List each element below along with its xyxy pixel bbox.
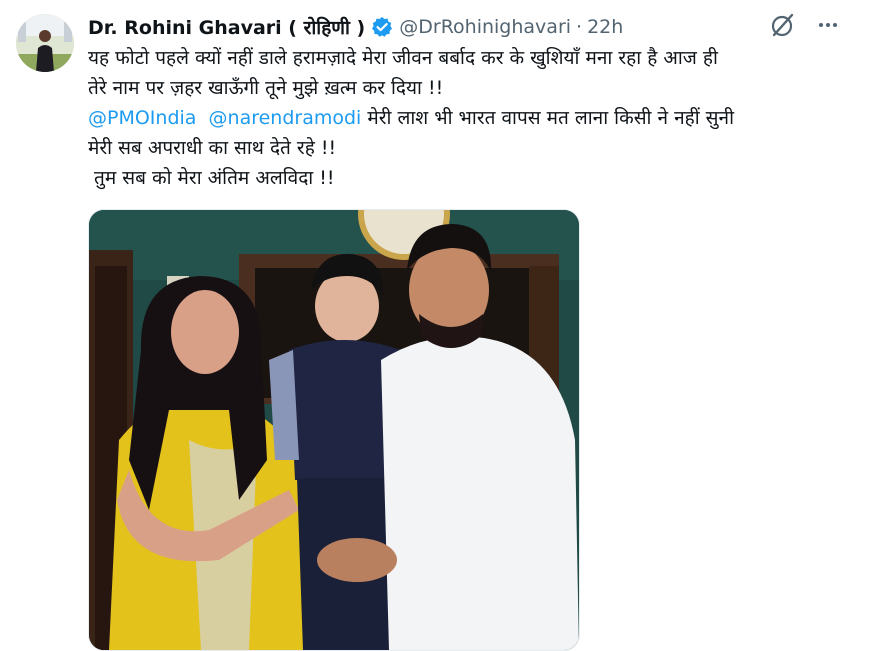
author-name[interactable]: Dr. Rohini Ghavari ( रोहिणी ) — [88, 14, 365, 40]
author-handle[interactable]: @DrRohinighavari — [399, 16, 571, 38]
tweet-line: तुम सब को मेरा अंतिम अलविदा !! — [88, 167, 335, 189]
more-options-icon[interactable] — [816, 13, 840, 37]
tweet-text: यह फोटो पहले क्यों नहीं डाले हरामज़ादे म… — [88, 43, 848, 193]
mention-pmoindia[interactable]: @PMOIndia — [88, 107, 196, 129]
tweet-line-text: मेरी लाश भी भारत वापस मत लाना किसी ने नह… — [361, 107, 734, 129]
tweet-header: Dr. Rohini Ghavari ( रोहिणी ) @DrRohinig… — [88, 12, 870, 42]
tweet[interactable]: Dr. Rohini Ghavari ( रोहिणी ) @DrRohinig… — [0, 0, 870, 651]
verified-badge-icon[interactable] — [371, 16, 393, 38]
tweet-photo[interactable] — [88, 209, 580, 651]
tweet-line: मेरी सब अपराधी का साथ देते रहे !! — [88, 137, 337, 159]
tweet-line: यह फोटो पहले क्यों नहीं डाले हरामज़ादे म… — [88, 47, 718, 69]
grok-icon[interactable] — [770, 12, 796, 38]
avatar[interactable] — [16, 14, 74, 72]
tweet-actions-top — [770, 12, 840, 38]
separator-dot: · — [576, 16, 583, 38]
timestamp[interactable]: 22h — [587, 16, 623, 38]
tweet-line: @PMOIndia @narendramodi मेरी लाश भी भारत… — [88, 103, 848, 133]
tweet-line: तेरे नाम पर ज़हर खाऊँगी तूने मुझे ख़त्म … — [88, 77, 444, 99]
mention-narendramodi[interactable]: @narendramodi — [209, 107, 362, 129]
